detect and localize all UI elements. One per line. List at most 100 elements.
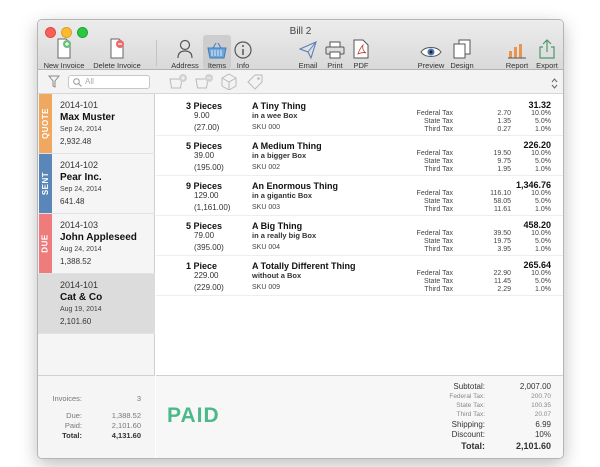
- print-label: Print: [327, 61, 343, 70]
- line-item[interactable]: 5 Pieces 79.00 (395.00) A Big Thing in a…: [156, 216, 563, 256]
- totals-footer: PAID Subtotal: 2,007.00 Federal Tax: 200.7…: [156, 375, 563, 458]
- toolbar: Bill 2 New Invoice Delete Invoice Addres…: [38, 20, 563, 70]
- item-name: An Enormous Thing: [252, 181, 338, 191]
- invoice-amount: 2,101.60: [60, 317, 92, 326]
- window-title: Bill 2: [289, 26, 312, 37]
- tax-row: Third Tax 1.95 1.0%: [424, 166, 551, 173]
- export-button[interactable]: Export: [534, 37, 560, 70]
- tax-row: Third Tax 11.61 1.0%: [424, 206, 551, 213]
- invoice-date: Sep 24, 2014: [60, 126, 102, 133]
- export-label: Export: [536, 61, 558, 70]
- share-icon: [534, 37, 560, 59]
- invoice-list-item[interactable]: DUE 2014-103 John Appleseed Aug 24, 2014…: [38, 214, 155, 274]
- item-net-total: (395.00): [194, 243, 224, 252]
- search-field[interactable]: All: [68, 75, 150, 89]
- item-sku: SKU 002: [252, 164, 281, 171]
- item-net-total: (1,161.00): [194, 203, 231, 212]
- delete-invoice-button[interactable]: Delete Invoice: [90, 37, 144, 70]
- line-items-list: 3 Pieces 9.00 (27.00) A Tiny Thing in a …: [156, 94, 563, 375]
- status-tag: DUE: [39, 214, 52, 273]
- shipping-row: Shipping: 6.99: [451, 420, 551, 429]
- eye-icon: [416, 37, 446, 59]
- paid-stamp: PAID: [167, 404, 220, 427]
- line-item[interactable]: 3 Pieces 9.00 (27.00) A Tiny Thing in a …: [156, 96, 563, 136]
- invoice-list-item-selected[interactable]: 2014-101 Cat & Co Aug 19, 2014 2,101.60: [38, 274, 155, 334]
- email-button[interactable]: Email: [296, 37, 320, 70]
- invoice-customer: Max Muster: [60, 112, 116, 123]
- item-unit-price: 229.00: [194, 271, 219, 280]
- info-icon: [233, 37, 253, 59]
- item-unit-price: 39.00: [194, 151, 215, 160]
- item-quantity: 3 Pieces: [186, 101, 223, 111]
- invoice-number: 2014-101: [60, 100, 99, 110]
- item-sku: SKU 003: [252, 204, 281, 211]
- address-label: Address: [171, 61, 199, 70]
- tax-row: Third Tax 3.95 1.0%: [424, 246, 551, 253]
- item-sku: SKU 004: [252, 244, 281, 251]
- item-total: 1,346.76: [515, 180, 551, 190]
- printer-icon: [323, 37, 347, 59]
- email-label: Email: [298, 61, 318, 70]
- sidebar-summary: Invoices: 3 Due: 1,388.52 Paid: 2,101.60 To…: [38, 375, 155, 458]
- bar-chart-icon: [503, 37, 531, 59]
- report-button[interactable]: Report: [503, 37, 531, 70]
- print-button[interactable]: Print: [323, 37, 347, 70]
- tax-row: Third Tax 0.27 1.0%: [424, 126, 551, 133]
- filter-funnel-icon[interactable]: [47, 75, 61, 93]
- item-description: without a Box: [252, 271, 302, 280]
- invoice-amount: 1,388.52: [60, 257, 92, 266]
- invoice-list-item[interactable]: SENT 2014-102 Pear Inc. Sep 24, 2014 641…: [38, 154, 155, 214]
- add-item-icon[interactable]: [168, 73, 188, 95]
- items-label: Items: [207, 61, 227, 70]
- item-name: A Tiny Thing: [252, 101, 306, 111]
- tax-row: Third Tax 2.29 1.0%: [424, 286, 551, 293]
- item-quantity: 1 Piece: [186, 261, 218, 271]
- delete-document-icon: [90, 37, 144, 59]
- design-button[interactable]: Design: [448, 37, 476, 70]
- item-description: in a gigantic Box: [252, 191, 313, 200]
- line-item[interactable]: 1 Piece 229.00 (229.00) A Totally Differ…: [156, 256, 563, 296]
- item-description: in a bigger Box: [252, 151, 307, 160]
- item-description: in a wee Box: [252, 111, 298, 120]
- sort-chevrons-icon[interactable]: [551, 76, 558, 94]
- report-label: Report: [505, 61, 529, 70]
- remove-item-icon[interactable]: [194, 73, 214, 95]
- delete-invoice-label: Delete Invoice: [93, 61, 141, 70]
- new-document-icon: [42, 37, 86, 59]
- item-quantity: 9 Pieces: [186, 181, 223, 191]
- box-icon[interactable]: [220, 73, 238, 95]
- app-window: Bill 2 New Invoice Delete Invoice Addres…: [37, 19, 564, 459]
- new-invoice-button[interactable]: New Invoice: [42, 37, 86, 70]
- item-unit-price: 79.00: [194, 231, 215, 240]
- address-button[interactable]: Address: [169, 37, 201, 70]
- grand-total-row: Total: 2,101.60: [461, 441, 551, 451]
- invoice-amount: 641.48: [60, 197, 85, 206]
- item-unit-price: 9.00: [194, 111, 210, 120]
- items-button[interactable]: Items: [203, 37, 231, 70]
- search-placeholder: All: [85, 77, 94, 86]
- item-net-total: (195.00): [194, 163, 224, 172]
- item-net-total: (229.00): [194, 283, 224, 292]
- status-tag: SENT: [39, 154, 52, 213]
- line-item[interactable]: 5 Pieces 39.00 (195.00) A Medium Thing i…: [156, 136, 563, 176]
- item-description: in a really big Box: [252, 231, 317, 240]
- info-button[interactable]: Info: [233, 37, 253, 70]
- tag-icon[interactable]: [246, 73, 264, 95]
- status-tag: QUOTE: [39, 94, 52, 153]
- item-total: 265.64: [523, 260, 551, 270]
- invoice-list-item[interactable]: QUOTE 2014-101 Max Muster Sep 24, 2014 2…: [38, 94, 155, 154]
- invoice-date: Aug 24, 2014: [60, 246, 102, 253]
- item-quantity: 5 Pieces: [186, 141, 223, 151]
- item-name: A Totally Different Thing: [252, 261, 356, 271]
- discount-row: Discount: 10%: [451, 430, 551, 439]
- filter-bar: All: [38, 70, 563, 94]
- invoice-number: 2014-102: [60, 160, 99, 170]
- preview-button[interactable]: Preview: [416, 37, 446, 70]
- line-item[interactable]: 9 Pieces 129.00 (1,161.00) An Enormous T…: [156, 176, 563, 216]
- item-total: 458.20: [523, 220, 551, 230]
- pdf-label: PDF: [353, 61, 369, 70]
- item-name: A Medium Thing: [252, 141, 322, 151]
- pdf-button[interactable]: PDF: [350, 37, 372, 70]
- invoice-number: 2014-101: [60, 280, 99, 290]
- item-quantity: 5 Pieces: [186, 221, 223, 231]
